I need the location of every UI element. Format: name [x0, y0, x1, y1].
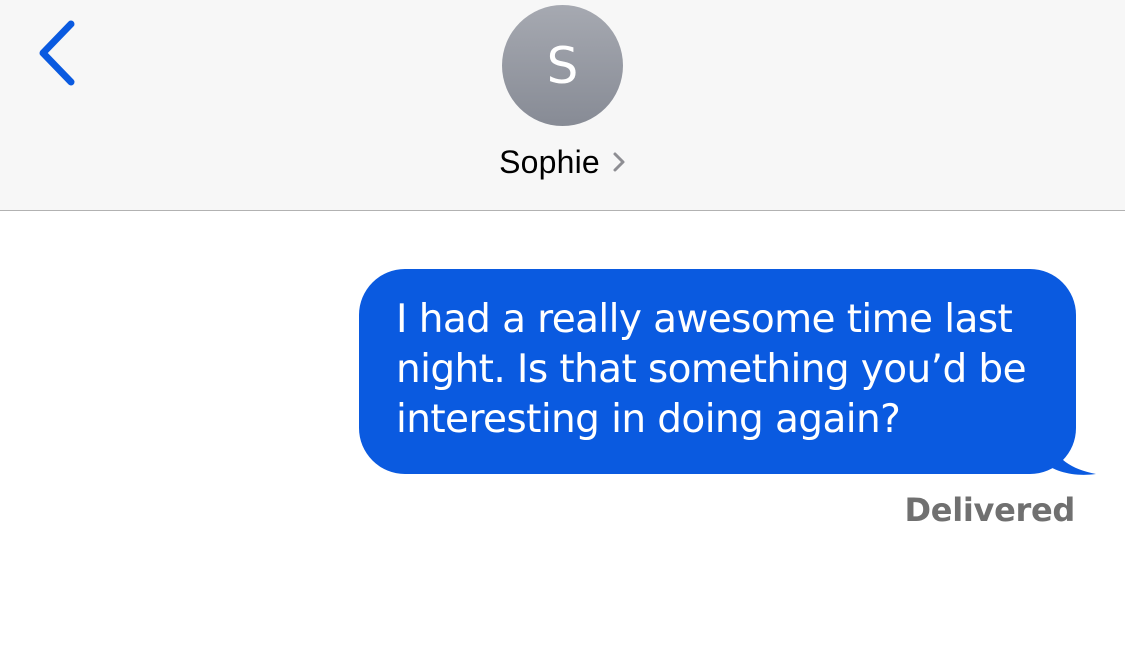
messages-screen: S Sophie I had a really awesome time las… — [0, 0, 1125, 649]
contact-name: Sophie — [499, 143, 600, 180]
conversation-header: S Sophie — [0, 0, 1125, 211]
avatar[interactable]: S — [502, 5, 623, 126]
back-button[interactable] — [30, 14, 90, 94]
contact-info-link[interactable]: Sophie — [0, 140, 1125, 184]
chevron-right-icon — [612, 151, 626, 178]
avatar-initial: S — [546, 36, 579, 95]
chevron-left-icon — [39, 20, 75, 86]
outgoing-message-bubble[interactable]: I had a really awesome time last night. … — [359, 269, 1076, 474]
delivery-status: Delivered — [904, 491, 1076, 529]
message-bubble-container: I had a really awesome time last night. … — [359, 269, 1099, 479]
message-text: I had a really awesome time last night. … — [396, 297, 1027, 442]
